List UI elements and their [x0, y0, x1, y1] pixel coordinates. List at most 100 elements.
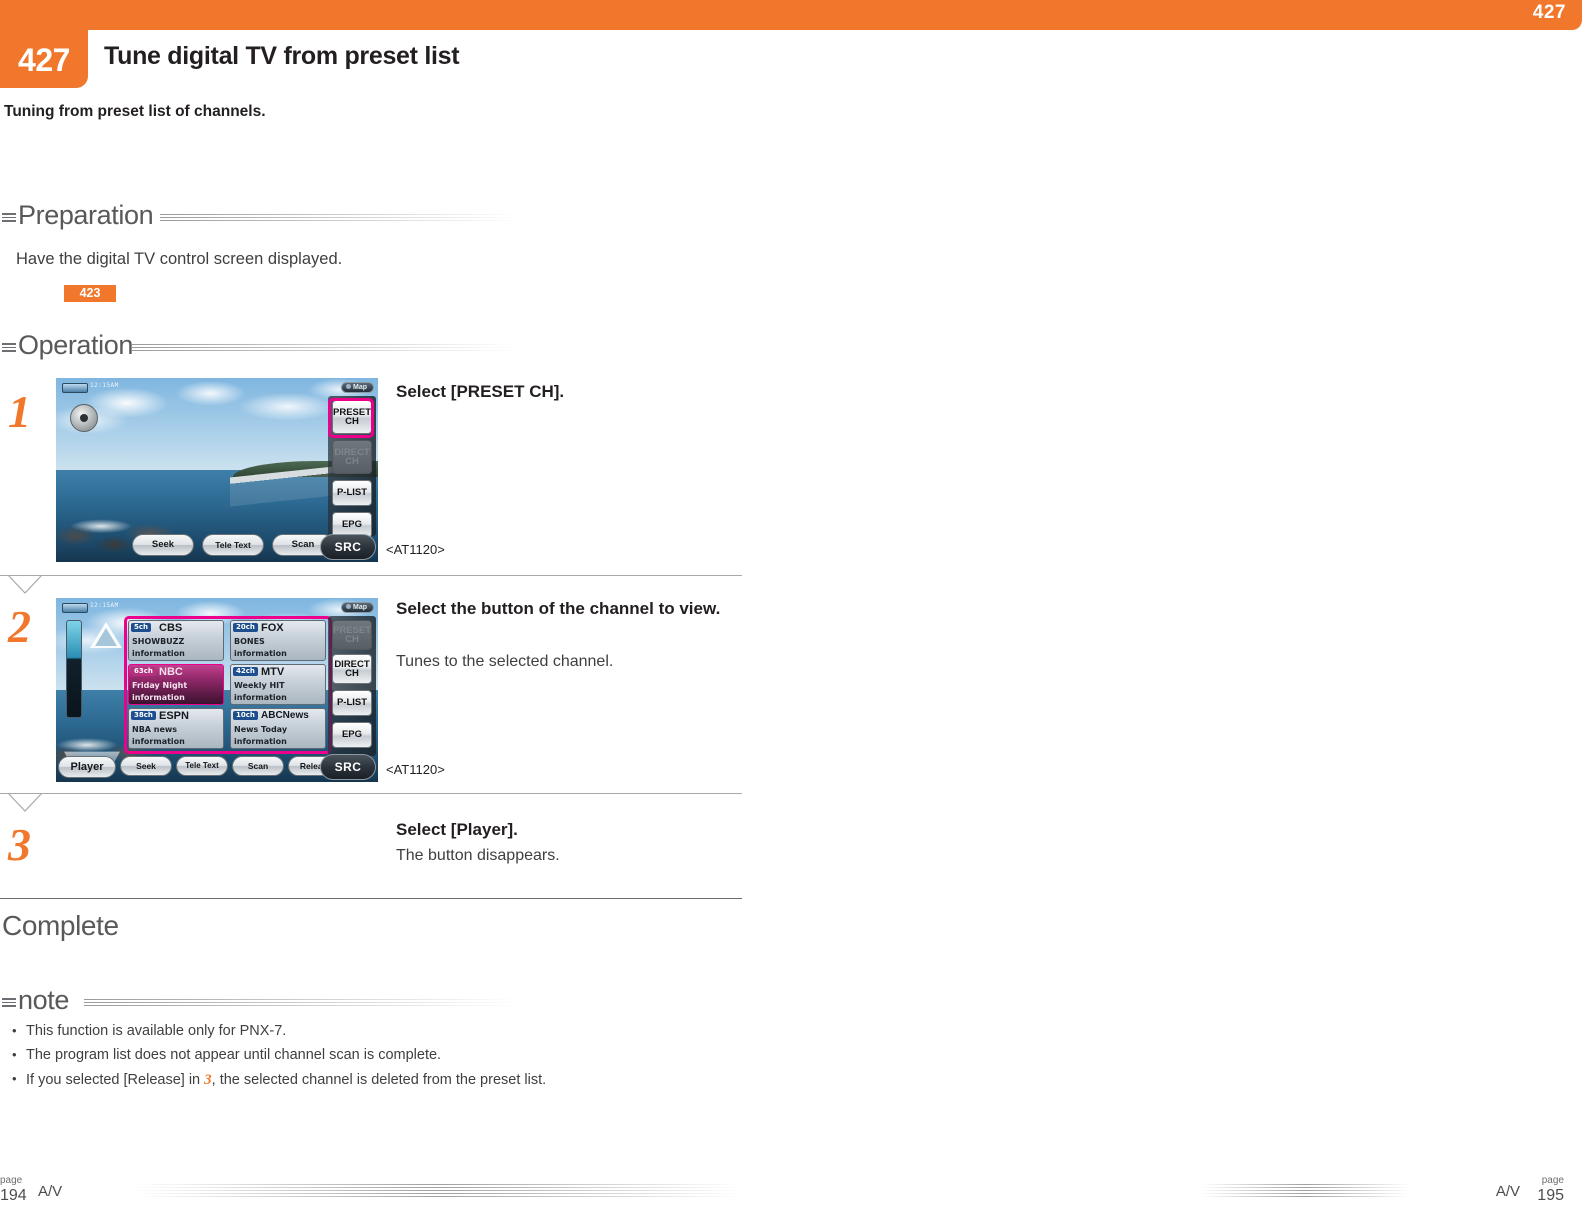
header-orange-bar: 427: [0, 0, 1582, 30]
teletext-label: Tele Text: [215, 539, 251, 550]
operation-closing-rule: [0, 898, 742, 899]
scan-label: Scan: [291, 539, 315, 551]
channel-description: BONES information: [234, 637, 287, 658]
channel-number: 38ch: [131, 711, 156, 720]
note-item: If you selected [Release] in 3, the sele…: [10, 1068, 770, 1093]
channel-preset-grid: 5ch CBS SHOWBUZZ information 20ch FOX BO…: [128, 620, 328, 750]
scan-button[interactable]: Scan: [232, 756, 284, 776]
divider-line: [0, 793, 742, 794]
src-button[interactable]: SRC: [320, 534, 376, 560]
battery-icon: [62, 383, 88, 393]
level-gauge: [66, 620, 82, 718]
preset-ch-button[interactable]: PRESET CH: [332, 400, 372, 434]
teletext-label: Tele Text: [185, 761, 219, 770]
map-dot-icon: [346, 604, 351, 609]
map-dot-icon: [346, 384, 351, 389]
channel-cell[interactable]: 5ch CBS SHOWBUZZ information: [128, 620, 224, 661]
preparation-text: Have the digital TV control screen displ…: [16, 250, 343, 268]
footer-rule-left: [134, 1184, 742, 1198]
channel-cell-selected[interactable]: 63ch NBC Friday Night information: [128, 664, 224, 705]
map-button[interactable]: Map: [341, 382, 374, 393]
side-button-rail: PRESET CH DIRECT CH P-LIST EPG: [328, 396, 376, 538]
channel-header: 20ch FOX: [233, 622, 323, 635]
header-section-number: 427: [18, 42, 70, 78]
section-heading-operation: Operation: [18, 330, 133, 360]
epg-label: EPG: [341, 519, 363, 531]
player-button[interactable]: Player: [58, 756, 116, 778]
channel-cell[interactable]: 38ch ESPN NBA news information: [128, 708, 224, 749]
channel-cell[interactable]: 10ch ABCNews News Today information: [230, 708, 326, 749]
channel-header: 42ch MTV: [233, 666, 323, 679]
channel-header: 63ch NBC: [131, 666, 221, 679]
direct-ch-button: DIRECT CH: [332, 440, 372, 474]
section-lines-icon: [2, 213, 16, 222]
seek-button[interactable]: Seek: [120, 756, 172, 776]
step-title-1: Select [PRESET CH].: [396, 382, 565, 401]
footer-right-page-label: page: [1541, 1175, 1564, 1186]
preset-ch-label: PRESET CH: [333, 624, 372, 645]
map-button[interactable]: Map: [341, 602, 374, 613]
note-item: The program list does not appear until c…: [10, 1044, 770, 1068]
channel-header: 10ch ABCNews: [233, 710, 323, 723]
channel-cell[interactable]: 20ch FOX BONES information: [230, 620, 326, 661]
p-list-button[interactable]: P-LIST: [332, 480, 372, 506]
status-time-label: 12:15AM: [90, 382, 119, 389]
step-number-3: 3: [8, 819, 31, 870]
channel-description: Weekly HIT information: [234, 681, 287, 702]
header-section-tab: 427: [0, 28, 88, 88]
direct-ch-label: DIRECT CH: [334, 446, 370, 467]
channel-name: FOX: [261, 622, 284, 634]
battery-icon: [62, 603, 88, 613]
model-tag-1: <AT1120>: [386, 542, 445, 557]
side-button-rail: PRESET CH DIRECT CH P-LIST EPG: [328, 616, 376, 756]
footer-right-page-number: 195: [1537, 1187, 1564, 1204]
complete-label: Complete: [2, 910, 119, 941]
device-screenshot-step1: 12:15AM Map PRESET CH DIRECT CH P-LIST E…: [56, 378, 378, 562]
note-list: This function is available only for PNX-…: [10, 1020, 770, 1093]
direct-ch-button[interactable]: DIRECT CH: [332, 654, 372, 684]
channel-number: 20ch: [233, 623, 258, 632]
footer-left-page-label: page: [0, 1175, 23, 1186]
map-button-label: Map: [353, 604, 367, 611]
step-divider-1: [0, 575, 742, 595]
channel-number: 63ch: [131, 667, 156, 676]
channel-name: ABCNews: [261, 710, 309, 721]
note-item-tail: , the selected channel is deleted from t…: [211, 1071, 547, 1088]
epg-button[interactable]: EPG: [332, 722, 372, 748]
note-step-reference: 3: [204, 1071, 212, 1088]
step-number-1: 1: [8, 386, 31, 437]
seek-label: Seek: [136, 760, 156, 771]
note-item-head: If you selected [Release] in: [26, 1071, 205, 1088]
step-title-3: Select [Player].: [396, 820, 518, 839]
channel-header: 38ch ESPN: [131, 710, 221, 723]
status-time-label: 12:15AM: [90, 602, 119, 609]
src-label: SRC: [334, 760, 362, 774]
seek-button[interactable]: Seek: [132, 534, 194, 556]
channel-cell[interactable]: 42ch MTV Weekly HIT information: [230, 664, 326, 705]
scan-label: Scan: [247, 760, 269, 771]
page-title: Tune digital TV from preset list: [104, 42, 460, 70]
step-title-2: Select the button of the channel to view…: [396, 599, 721, 618]
channel-header: 5ch CBS: [131, 622, 221, 635]
sound-icon[interactable]: [70, 404, 98, 432]
channel-number: 42ch: [233, 667, 258, 676]
header-page-number: 427: [1532, 2, 1566, 23]
src-button[interactable]: SRC: [320, 754, 376, 780]
step-number-2: 2: [8, 601, 31, 652]
channel-description: Friday Night information: [132, 681, 188, 702]
p-list-button[interactable]: P-LIST: [332, 690, 372, 716]
section-note: note: [0, 985, 760, 1019]
section-rule: [132, 344, 516, 353]
intro-text: Tuning from preset list of channels.: [4, 103, 266, 120]
section-heading-preparation: Preparation: [18, 200, 154, 230]
section-heading-note: note: [18, 985, 69, 1015]
channel-description: SHOWBUZZ information: [132, 637, 185, 658]
step-sub-3: The button disappears.: [396, 847, 560, 864]
direct-ch-label: DIRECT CH: [334, 658, 370, 679]
reference-page-chip[interactable]: 423: [64, 285, 116, 302]
teletext-button[interactable]: Tele Text: [176, 756, 228, 776]
channel-description: NBA news information: [132, 725, 185, 746]
seek-label: Seek: [151, 539, 175, 551]
teletext-button[interactable]: Tele Text: [202, 534, 264, 556]
footer-left-av-label: A/V: [38, 1183, 63, 1200]
